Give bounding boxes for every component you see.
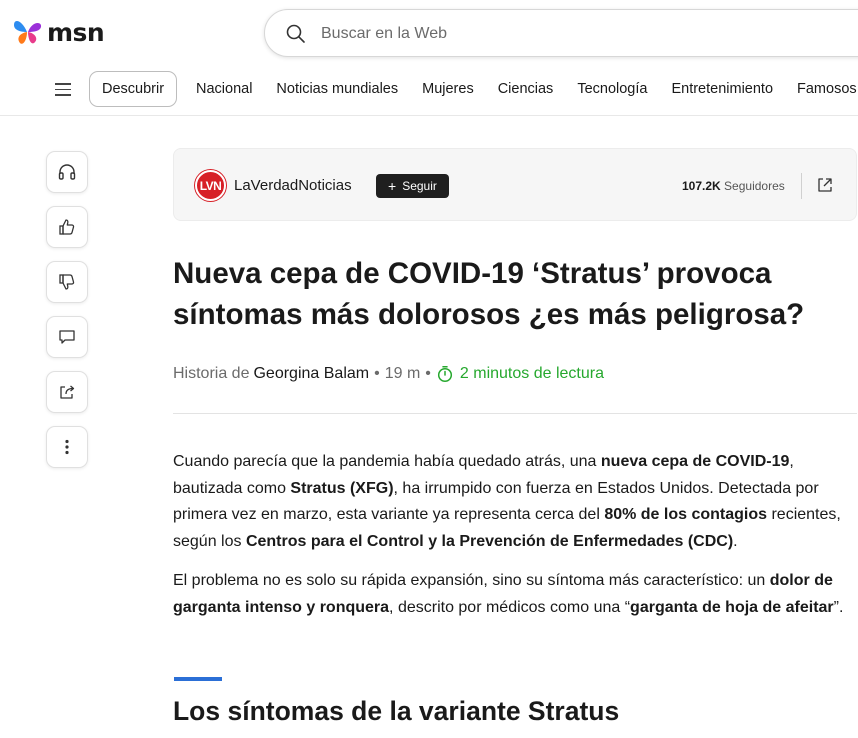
publisher-logo[interactable]: LVN xyxy=(195,170,226,201)
author-name[interactable]: Georgina Balam xyxy=(253,365,369,383)
section-accent-bar xyxy=(174,677,222,681)
plus-icon: + xyxy=(388,178,397,194)
share-button[interactable] xyxy=(46,371,88,413)
like-button[interactable] xyxy=(46,206,88,248)
more-options-button[interactable] xyxy=(46,426,88,468)
headphones-icon xyxy=(58,164,76,180)
byline-separator: • xyxy=(425,365,431,382)
butterfly-logo-icon xyxy=(14,20,42,44)
nav-item-ciencias[interactable]: Ciencias xyxy=(486,71,566,107)
paragraph-1: Cuando parecía que la pandemia había que… xyxy=(173,453,841,550)
timer-icon xyxy=(437,366,452,383)
dislike-button[interactable] xyxy=(46,261,88,303)
listen-button[interactable] xyxy=(46,151,88,193)
nav-items: Nacional Noticias mundiales Mujeres Cien… xyxy=(184,71,858,107)
nav-item-nacional[interactable]: Nacional xyxy=(184,71,264,107)
open-external-icon[interactable] xyxy=(816,176,834,194)
search-box[interactable] xyxy=(264,9,858,57)
comment-button[interactable] xyxy=(46,316,88,358)
article-headline: Nueva cepa de COVID-19 ‘Stratus’ provoca… xyxy=(173,257,805,331)
thumbs-up-icon xyxy=(59,219,75,235)
nav-item-mujeres[interactable]: Mujeres xyxy=(410,71,486,107)
search-icon xyxy=(286,24,305,43)
nav-item-tecnologia[interactable]: Tecnología xyxy=(565,71,659,107)
byline-separator: • xyxy=(374,365,380,382)
category-nav: Descubrir Nacional Noticias mundiales Mu… xyxy=(0,66,858,116)
more-icon xyxy=(65,439,69,455)
byline: Historia de Georgina Balam • 19 m • 2 mi… xyxy=(173,365,604,383)
nav-item-famosos[interactable]: Famosos xyxy=(785,71,858,107)
brand-text: msn xyxy=(47,17,105,47)
publisher-name[interactable]: LaVerdadNoticias xyxy=(234,177,352,194)
read-time-label: 2 minutos de lectura xyxy=(459,365,604,382)
action-rail xyxy=(46,151,88,481)
article-body: Cuando parecía que la pandemia había que… xyxy=(173,449,857,634)
byline-divider xyxy=(173,413,857,414)
section-title: Los síntomas de la variante Stratus xyxy=(173,696,620,726)
time-ago: 19 m xyxy=(384,365,421,382)
publisher-divider xyxy=(801,173,802,199)
comment-icon xyxy=(59,330,75,344)
follow-label: Seguir xyxy=(402,179,437,193)
followers-label: Seguidores xyxy=(724,179,785,193)
followers-count: 107.2K Seguidores xyxy=(682,179,785,193)
byline-prefix: Historia de xyxy=(173,365,250,382)
thumbs-down-icon xyxy=(59,274,75,290)
menu-icon[interactable] xyxy=(55,83,71,97)
share-icon xyxy=(60,385,75,399)
nav-discover-button[interactable]: Descubrir xyxy=(89,71,178,107)
follow-button[interactable]: + Seguir xyxy=(376,174,449,198)
read-time: 2 minutos de lectura xyxy=(436,365,604,383)
followers-number: 107.2K xyxy=(682,179,721,193)
top-bar: msn xyxy=(0,0,858,66)
search-input[interactable] xyxy=(321,22,741,46)
msn-logo[interactable]: msn xyxy=(12,16,105,48)
publisher-card: LVN LaVerdadNoticias + Seguir 107.2K Seg… xyxy=(173,148,857,221)
paragraph-2: El problema no es solo su rápida expansi… xyxy=(173,572,844,616)
nav-item-noticias-mundiales[interactable]: Noticias mundiales xyxy=(264,71,410,107)
nav-item-entretenimiento[interactable]: Entretenimiento xyxy=(659,71,785,107)
